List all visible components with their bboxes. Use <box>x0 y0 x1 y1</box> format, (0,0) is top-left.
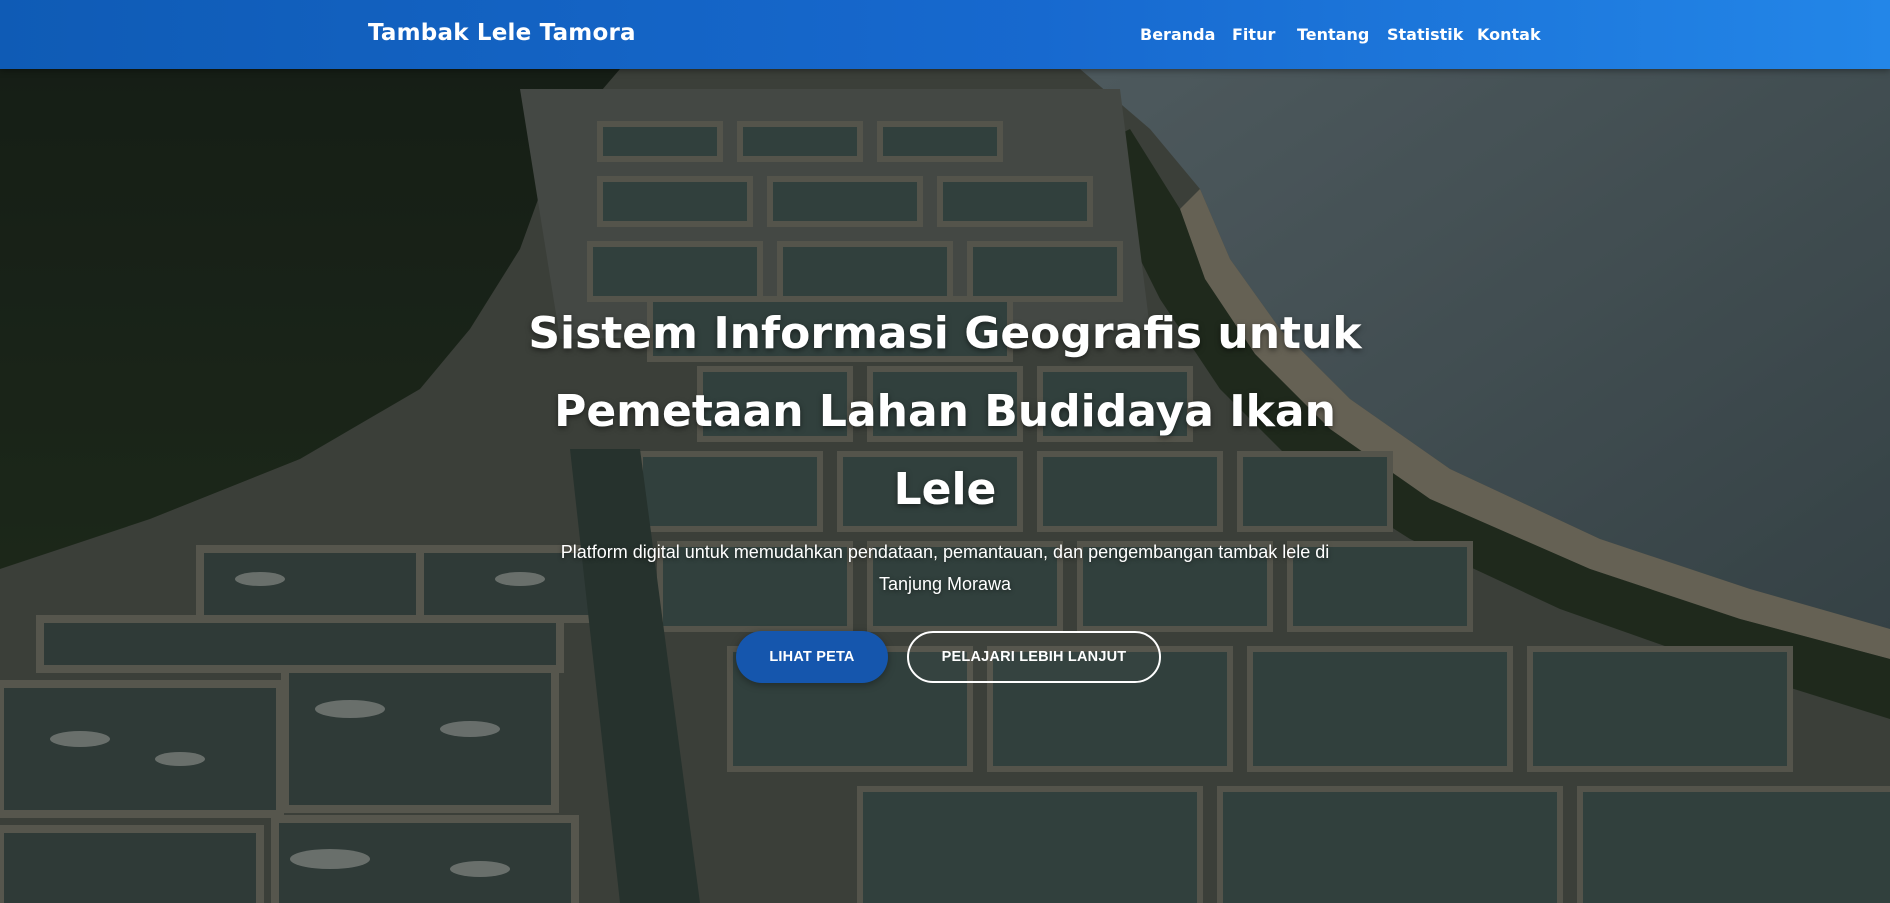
hero-title: Sistem Informasi Geografis untuk Pemetaa… <box>528 308 1362 515</box>
nav-link-fitur[interactable]: Fitur <box>1232 25 1275 44</box>
view-map-button[interactable]: LIHAT PETA <box>736 631 888 683</box>
nav-link-kontak[interactable]: Kontak <box>1477 25 1541 44</box>
learn-more-button[interactable]: PELAJARI LEBIH LANJUT <box>907 631 1161 683</box>
hero-content: Sistem Informasi Geografis untuk Pemetaa… <box>0 0 1890 903</box>
nav-link-tentang[interactable]: Tentang <box>1297 25 1369 44</box>
navbar: Tambak Lele Tamora Beranda Fitur Tentang… <box>0 0 1890 69</box>
hero-subtitle: Platform digital untuk memudahkan pendat… <box>560 542 1330 594</box>
nav-link-beranda[interactable]: Beranda <box>1140 25 1215 44</box>
nav-link-statistik[interactable]: Statistik <box>1387 25 1463 44</box>
nav-links: Beranda Fitur Tentang Statistik Kontak <box>0 25 1890 49</box>
